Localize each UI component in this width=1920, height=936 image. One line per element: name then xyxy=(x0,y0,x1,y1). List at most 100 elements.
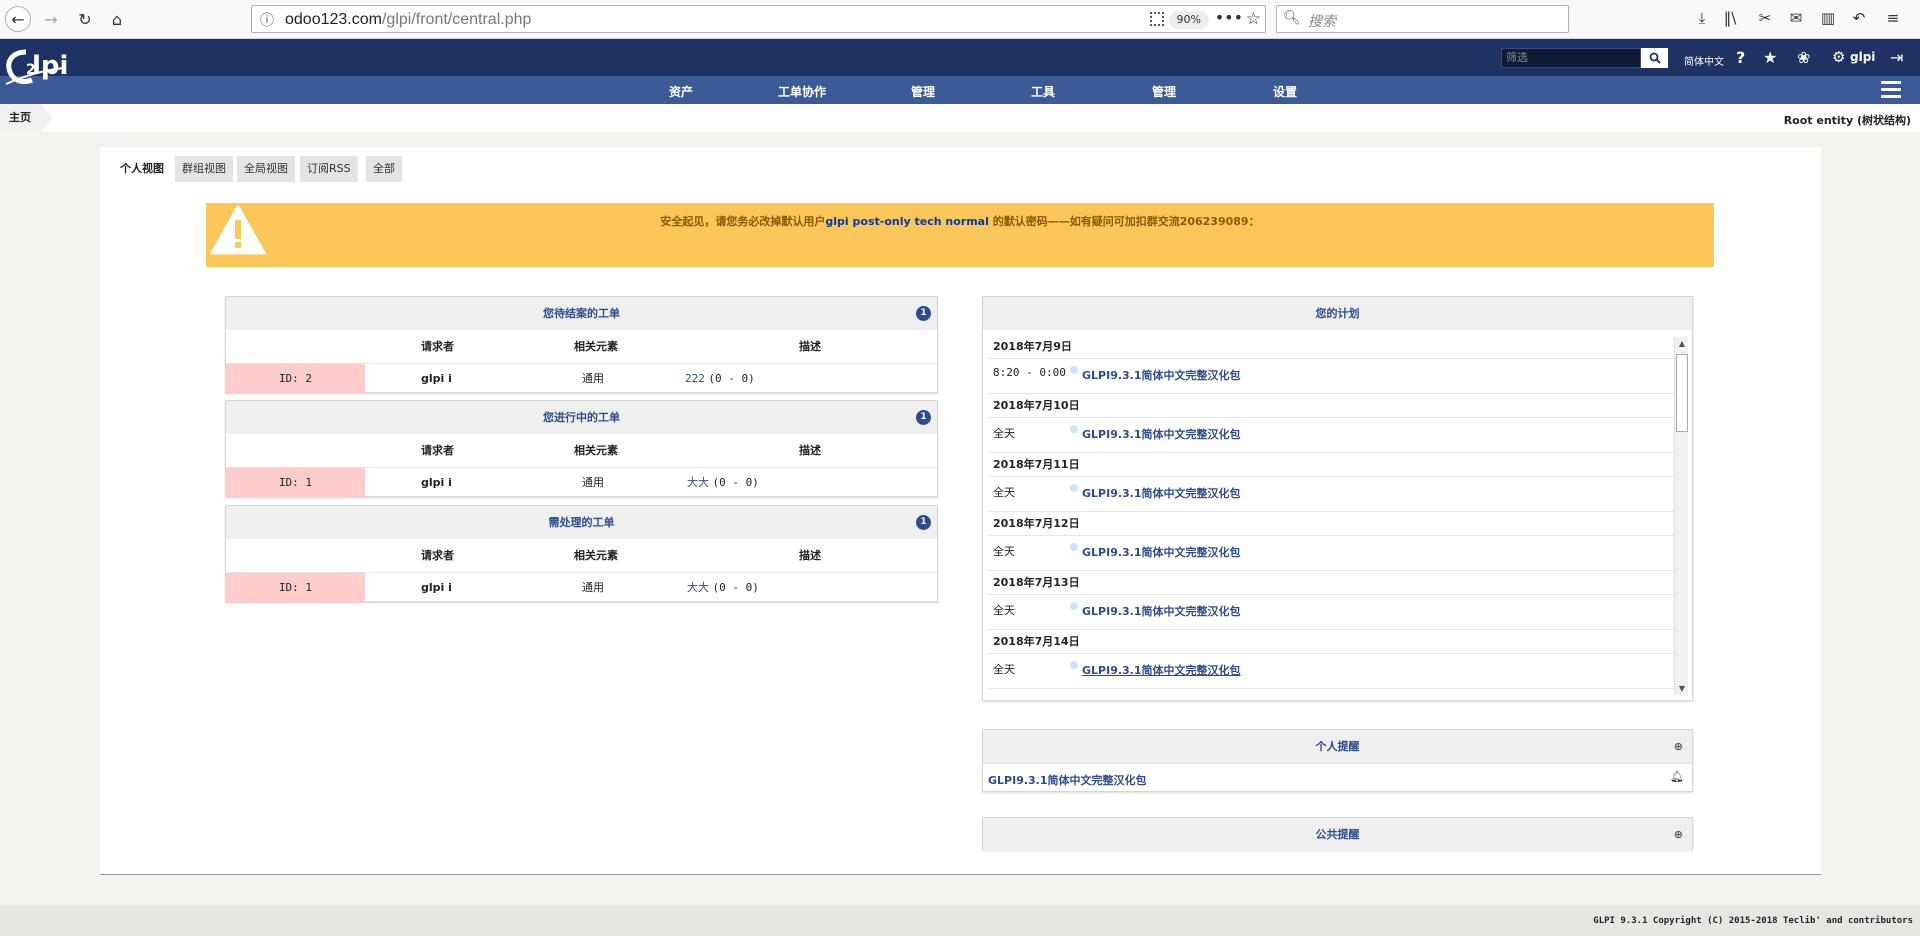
info-icon[interactable]: ⅰ xyxy=(448,476,452,489)
menu-administration[interactable]: 管理 xyxy=(1152,83,1176,100)
add-reminder-icon[interactable]: ⊕ xyxy=(1674,730,1683,763)
col-requester: 请求者 xyxy=(421,444,454,457)
tab-global-view[interactable]: 全局视图 xyxy=(237,156,295,182)
menu-tools[interactable]: 工具 xyxy=(1031,83,1055,100)
planning-event-link[interactable]: GLPI9.3.1简体中文完整汉化包 xyxy=(1082,662,1241,678)
info-icon[interactable]: ⅰ xyxy=(448,372,452,385)
gear-icon[interactable]: ⚙ xyxy=(1832,48,1845,66)
central-panel: 个人视图 群组视图 全局视图 订阅RSS 全部 安全起见，请您务必改掉默认用户g… xyxy=(100,147,1821,875)
hamburger-menu-icon[interactable] xyxy=(1881,81,1901,98)
browser-search-bar[interactable]: 🔍︎ 搜索 xyxy=(1276,5,1569,33)
planning-event-link[interactable]: GLPI9.3.1简体中文完整汉化包 xyxy=(1082,485,1241,501)
planning-list[interactable]: 2018年7月9日 8:20 - 0:00 GLPI9.3.1简体中文完整汉化包… xyxy=(988,335,1683,690)
forward-icon[interactable]: → xyxy=(38,6,64,32)
event-dot-icon xyxy=(1070,425,1078,433)
home-icon[interactable]: ⌂ xyxy=(104,6,130,32)
download-icon[interactable]: ⤓ xyxy=(1692,9,1712,27)
table-row[interactable]: ID: 1 glpi ⅰ 通用 大大 (0 - 0) xyxy=(226,572,937,603)
planning-item: 8:20 - 0:00 GLPI9.3.1简体中文完整汉化包 xyxy=(988,359,1683,394)
menu-management[interactable]: 管理 xyxy=(911,83,935,100)
browser-toolbar: ← → ↻ ⌂ ⓘ odoo123.com/glpi/front/central… xyxy=(0,0,1920,39)
menu-assets[interactable]: 资产 xyxy=(669,83,693,100)
planning-event-link[interactable]: GLPI9.3.1简体中文完整汉化包 xyxy=(1082,426,1241,442)
planning-scrollbar[interactable]: ▲ ▼ xyxy=(1674,337,1688,695)
bookmark-star-icon[interactable]: ☆ xyxy=(1246,9,1261,29)
scroll-up-icon[interactable]: ▲ xyxy=(1675,339,1689,348)
planning-date: 2018年7月9日 xyxy=(988,335,1683,359)
planning-time: 全天 xyxy=(993,604,1015,617)
sidebar-icon[interactable]: ▥ xyxy=(1818,9,1838,27)
library-icon[interactable]: ‖\ xyxy=(1720,9,1740,27)
reload-icon[interactable]: ↻ xyxy=(72,6,98,32)
related-item: 通用 xyxy=(582,581,604,594)
qr-code-icon[interactable] xyxy=(1150,12,1164,26)
debug-icon[interactable]: ❀ xyxy=(1797,48,1810,67)
entity-selector[interactable]: Root entity (树状结构) xyxy=(1784,112,1911,128)
url-bar[interactable]: ⓘ odoo123.com/glpi/front/central.php 90%… xyxy=(251,5,1266,33)
scrollbar-thumb[interactable] xyxy=(1676,354,1688,432)
tickets-to-process-title[interactable]: 需处理的工单 1 xyxy=(226,506,937,539)
bookmark-icon[interactable]: ★ xyxy=(1763,48,1777,67)
menu-setup[interactable]: 设置 xyxy=(1273,83,1297,100)
tickets-to-close-title[interactable]: 您待结案的工单 1 xyxy=(226,297,937,330)
event-dot-icon xyxy=(1070,543,1078,551)
requester[interactable]: glpi ⅰ xyxy=(421,468,452,498)
url-text[interactable]: odoo123.com/glpi/front/central.php xyxy=(285,11,531,29)
site-info-icon[interactable]: ⓘ xyxy=(260,10,274,30)
planning-time: 全天 xyxy=(993,486,1015,499)
zoom-level[interactable]: 90% xyxy=(1168,11,1209,29)
breadcrumb-home[interactable]: 主页 xyxy=(0,104,53,132)
help-icon[interactable]: ? xyxy=(1736,48,1745,67)
count-badge: 1 xyxy=(916,306,931,321)
table-row[interactable]: ID: 2 glpi ⅰ 通用 222 (0 - 0) xyxy=(226,363,937,394)
planning-title[interactable]: 您的计划 xyxy=(983,297,1692,330)
chat-icon[interactable]: ✉ xyxy=(1786,9,1806,27)
event-dot-icon xyxy=(1070,484,1078,492)
public-reminders-title[interactable]: 公共提醒 ⊕ xyxy=(983,818,1692,851)
ticket-id[interactable]: ID: 2 xyxy=(226,364,365,394)
requester[interactable]: glpi ⅰ xyxy=(421,364,452,394)
ticket-id[interactable]: ID: 1 xyxy=(226,468,365,498)
requester[interactable]: glpi ⅰ xyxy=(421,573,452,603)
user-link[interactable]: glpi xyxy=(1850,50,1875,64)
ticket-link[interactable]: 大大 xyxy=(687,581,709,594)
ticket-id[interactable]: ID: 1 xyxy=(226,573,365,603)
info-icon[interactable]: ⅰ xyxy=(448,581,452,594)
glpi-logo[interactable]: lpi 2 xyxy=(4,40,89,96)
reminder-link[interactable]: GLPI9.3.1简体中文完整汉化包 xyxy=(988,772,1147,788)
planning-item: 全天 GLPI9.3.1简体中文完整汉化包 xyxy=(988,418,1683,453)
language-link[interactable]: 简体中文 xyxy=(1684,53,1724,68)
tab-all[interactable]: 全部 xyxy=(366,156,402,182)
planning-event-link[interactable]: GLPI9.3.1简体中文完整汉化包 xyxy=(1082,544,1241,560)
scroll-down-icon[interactable]: ▼ xyxy=(1675,684,1689,693)
personal-reminders-title[interactable]: 个人提醒 ⊕ xyxy=(983,730,1692,763)
undo-icon[interactable]: ↶ xyxy=(1849,9,1869,27)
planning-event-link[interactable]: GLPI9.3.1简体中文完整汉化包 xyxy=(1082,367,1241,383)
planning-item: 全天 GLPI9.3.1简体中文完整汉化包 xyxy=(988,595,1683,630)
search-button[interactable] xyxy=(1641,48,1668,68)
col-description: 描述 xyxy=(799,340,821,353)
event-dot-icon xyxy=(1070,661,1078,669)
alert-message: 安全起见，请您务必改掉默认用户glpi post-only tech norma… xyxy=(660,215,1260,228)
planning-event-link[interactable]: GLPI9.3.1简体中文完整汉化包 xyxy=(1082,603,1241,619)
logout-icon[interactable]: ⇥ xyxy=(1890,48,1903,67)
browser-menu-icon[interactable]: ≡ xyxy=(1883,9,1903,27)
table-row[interactable]: ID: 1 glpi ⅰ 通用 大大 (0 - 0) xyxy=(226,467,937,498)
screenshot-icon[interactable]: ✂ xyxy=(1755,9,1775,27)
tab-group-view[interactable]: 群组视图 xyxy=(175,156,233,182)
planning-item: 全天 GLPI9.3.1简体中文完整汉化包 xyxy=(988,477,1683,512)
menu-assistance[interactable]: 工单协作 xyxy=(778,83,826,100)
copyright-text[interactable]: GLPI 9.3.1 Copyright (C) 2015-2018 Tecli… xyxy=(1593,916,1913,926)
add-reminder-icon[interactable]: ⊕ xyxy=(1674,818,1683,851)
tickets-in-progress-title[interactable]: 您进行中的工单 1 xyxy=(226,401,937,434)
ticket-link[interactable]: 222 xyxy=(685,372,705,385)
search-icon xyxy=(1649,52,1661,64)
planning-date: 2018年7月14日 xyxy=(988,630,1683,654)
ticket-link[interactable]: 大大 xyxy=(687,476,709,489)
global-search-input[interactable]: 筛选 xyxy=(1501,48,1641,68)
back-icon[interactable]: ← xyxy=(5,6,31,32)
tab-rss[interactable]: 订阅RSS xyxy=(300,156,358,182)
tab-personal-view[interactable]: 个人视图 xyxy=(113,156,171,182)
page-actions-icon[interactable]: ••• xyxy=(1215,8,1243,27)
default-users-link[interactable]: glpi post-only tech normal xyxy=(825,215,988,228)
